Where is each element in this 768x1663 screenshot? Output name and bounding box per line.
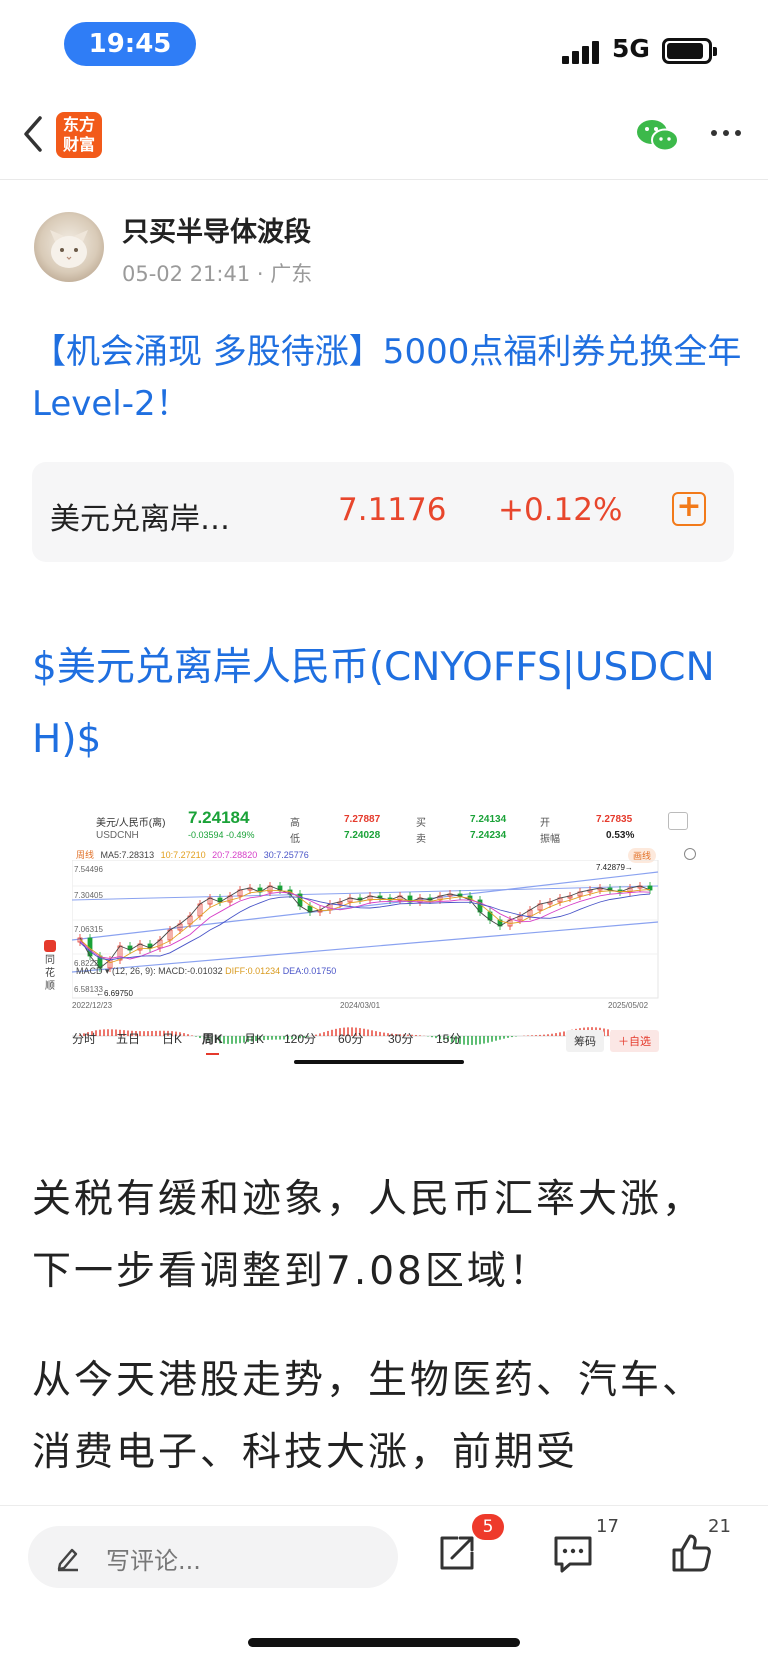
post-paragraph-1: 关税有缓和迹象，人民币汇率大涨，下一步看调整到7.08区域！ (32, 1177, 705, 1294)
battery-icon (662, 38, 717, 64)
quote-name: 美元兑离岸… (50, 502, 230, 537)
quote-price: 7.1176 (338, 492, 447, 528)
ma5: MA5:7.28313 (100, 850, 155, 860)
network-label: 5G (612, 34, 650, 63)
high-value: 7.27887 (344, 814, 381, 825)
cat-avatar-icon (50, 230, 88, 268)
sell-value: 7.24234 (470, 830, 507, 841)
ma-line-3 (79, 893, 651, 961)
promo-link[interactable]: 【机会涌现 多股待涨】5000点福利券兑换全年Level-2！ (32, 326, 742, 430)
comment-icon (554, 1536, 592, 1573)
macd-params: (12, 26, 9): (112, 966, 156, 976)
comment-placeholder: 写评论... (106, 1547, 201, 1575)
tonghuashun-tag: 同花顺 (42, 940, 58, 993)
nav-bar: 东方 财富 (0, 92, 768, 180)
chevron-left-icon (24, 116, 42, 152)
more-button[interactable] (708, 118, 748, 154)
sell-label: 卖 (416, 834, 426, 845)
open-value: 7.27835 (596, 814, 633, 825)
tab-monthly[interactable]: 月K (244, 1030, 264, 1047)
ma-line-1 (79, 889, 651, 964)
plus-icon: + (676, 489, 702, 524)
ma20: 20:7.28820 (212, 850, 258, 860)
tab-60min[interactable]: 60分 (338, 1030, 363, 1047)
home-indicator (248, 1638, 520, 1647)
bottom-action-bar: 写评论... 5 17 21 (0, 1505, 768, 1663)
back-button[interactable] (20, 114, 54, 158)
diff-value: DIFF:0.01234 (225, 966, 281, 976)
status-time: 19:45 (64, 22, 196, 66)
dea-value: DEA:0.01750 (282, 966, 337, 976)
amplitude-label: 振幅 (540, 834, 560, 845)
open-label: 开 (540, 818, 550, 829)
chart-price: 7.24184 (188, 808, 250, 827)
image-scroll-indicator (294, 1060, 464, 1064)
tab-weekly[interactable]: 周K (202, 1030, 223, 1055)
author-name[interactable]: 只买半导体波段 (122, 210, 311, 249)
y-tick-label: 7.54496 (74, 865, 103, 874)
post-meta: 05-02 21:41 · 广东 (122, 262, 313, 286)
macd-value: MACD:-0.01032 (158, 966, 223, 976)
app-logo[interactable]: 东方 财富 (56, 112, 102, 158)
wechat-icon (637, 120, 679, 152)
chart-change: -0.03594 -0.49% (188, 830, 255, 840)
high-label: 高 (290, 818, 300, 829)
status-bar: 19:45 5G (0, 0, 768, 92)
like-count: 21 (708, 1516, 731, 1537)
more-dots-icon (711, 130, 741, 136)
low-marker: ←6.69750 (96, 989, 133, 998)
wechat-share-button[interactable] (636, 118, 680, 154)
x-tick-label: 2025/05/02 (608, 1001, 649, 1010)
add-watchlist-button[interactable]: + (672, 492, 706, 526)
side-tag-text: 同花顺 (45, 955, 55, 992)
quote-card[interactable]: 美元兑离岸… 7.1176 +0.12% + (32, 462, 734, 562)
amplitude-value: 0.53% (606, 830, 635, 841)
chart-image[interactable]: 美元/人民币(离) USDCNH 7.24184 -0.03594 -0.49%… (44, 800, 700, 1110)
tab-15min[interactable]: 15分 (436, 1030, 461, 1047)
app-badge-icon (44, 940, 56, 952)
high-marker: 7.42879→ (596, 863, 633, 872)
macd-selector[interactable]: MACD ▾ (76, 966, 110, 976)
chart-quote-header: 美元/人民币(离) USDCNH 7.24184 -0.03594 -0.49%… (72, 800, 700, 846)
tab-120min[interactable]: 120分 (284, 1030, 316, 1047)
tab-5day[interactable]: 五日 (116, 1030, 140, 1047)
ma30: 30:7.25776 (263, 850, 309, 860)
chip-button[interactable]: 筹码 (566, 1030, 604, 1052)
ma10: 10:7.27210 (160, 850, 206, 860)
avatar[interactable] (34, 212, 104, 282)
comments-button[interactable] (548, 1528, 598, 1578)
chart-period-tabs: 分时 五日 日K 周K 月K 120分 60分 30分 15分 筹码 ＋自选 (72, 1026, 700, 1055)
ma-line-0 (79, 885, 651, 969)
gear-icon[interactable] (684, 848, 696, 860)
x-tick-label: 2024/03/01 (340, 1001, 381, 1010)
macd-header: MACD ▾ (12, 26, 9): MACD:-0.01032 DIFF:0… (76, 966, 336, 977)
stock-tag-link[interactable]: $美元兑离岸人民币(CNYOFFS|USDCNH)$ (32, 632, 742, 776)
tab-daily[interactable]: 日K (162, 1030, 182, 1047)
x-tick-label: 2022/12/23 (72, 1001, 113, 1010)
low-label: 低 (290, 834, 300, 845)
y-tick-label: 7.06315 (74, 925, 103, 934)
buy-label: 买 (416, 818, 426, 829)
ma-period: 周线 (76, 850, 95, 860)
app-logo-line2: 财富 (62, 135, 95, 154)
signal-icon (562, 40, 600, 64)
chart-instrument-name: 美元/人民币(离) (96, 818, 166, 829)
comment-input[interactable]: 写评论... (28, 1526, 398, 1588)
low-value: 7.24028 (344, 830, 381, 841)
landscape-icon[interactable] (668, 812, 688, 830)
quote-change: +0.12% (498, 492, 623, 528)
share-badge: 5 (472, 1514, 504, 1540)
add-watch-chip[interactable]: ＋自选 (610, 1030, 659, 1052)
post-paragraph-2: 从今天港股走势，生物医药、汽车、消费电子、科技大涨，前期受 (32, 1358, 705, 1475)
tab-intraday[interactable]: 分时 (72, 1030, 96, 1047)
y-tick-label: 7.30405 (74, 891, 103, 900)
chart-instrument-code: USDCNH (96, 830, 139, 841)
comment-count: 17 (596, 1516, 619, 1537)
pen-icon (57, 1548, 78, 1572)
tab-30min[interactable]: 30分 (388, 1030, 413, 1047)
app-logo-line1: 东方 (62, 115, 95, 134)
buy-value: 7.24134 (470, 814, 507, 825)
